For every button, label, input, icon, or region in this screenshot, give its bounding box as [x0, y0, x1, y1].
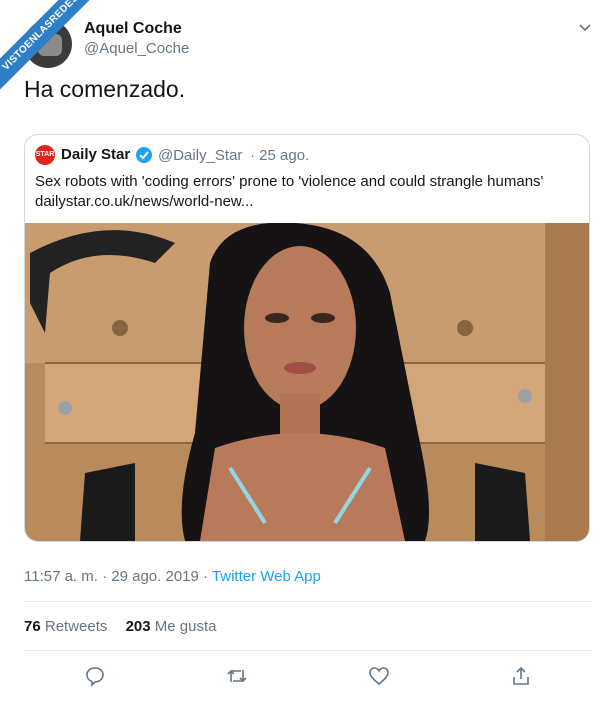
retweets-label: Retweets	[44, 618, 108, 635]
quote-author-name: Daily Star	[61, 146, 131, 163]
likes-label: Me gusta	[154, 618, 217, 635]
retweet-icon[interactable]	[225, 664, 249, 688]
retweets-stat[interactable]: 76 Retweets	[24, 618, 107, 635]
like-icon[interactable]	[367, 664, 391, 688]
quote-link: dailystar.co.uk/news/world-new...	[35, 193, 254, 210]
tweet-stats: 76 Retweets 203 Me gusta	[24, 618, 216, 635]
author-handle[interactable]: @Aquel_Coche	[84, 40, 189, 57]
daily-star-logo: STAR	[35, 145, 55, 165]
quoted-tweet[interactable]: STAR Daily Star @Daily_Star · 25 ago. Se…	[24, 134, 590, 542]
divider	[24, 650, 592, 651]
divider	[24, 601, 592, 602]
verified-badge-icon	[136, 147, 152, 163]
chevron-down-icon[interactable]	[578, 20, 592, 34]
tweet-timestamp: 11:57 a. m. · 29 ago. 2019 · Twitter Web…	[24, 568, 321, 585]
author-name[interactable]: Aquel Coche	[84, 20, 182, 38]
reply-icon[interactable]	[83, 664, 107, 688]
retweets-count: 76	[24, 618, 41, 635]
tweet-text: Ha comenzado.	[24, 76, 186, 102]
quote-photo[interactable]	[25, 223, 589, 541]
quote-author-handle: @Daily_Star	[158, 147, 243, 164]
quote-date: · 25 ago.	[250, 147, 310, 164]
quote-text: Sex robots with 'coding errors' prone to…	[35, 173, 544, 190]
tweet-source-link[interactable]: Twitter Web App	[212, 568, 321, 585]
likes-count: 203	[125, 618, 151, 635]
likes-stat[interactable]: 203 Me gusta	[126, 618, 217, 635]
timestamp-text: 11:57 a. m. · 29 ago. 2019 ·	[24, 568, 212, 585]
share-icon[interactable]	[509, 664, 533, 688]
